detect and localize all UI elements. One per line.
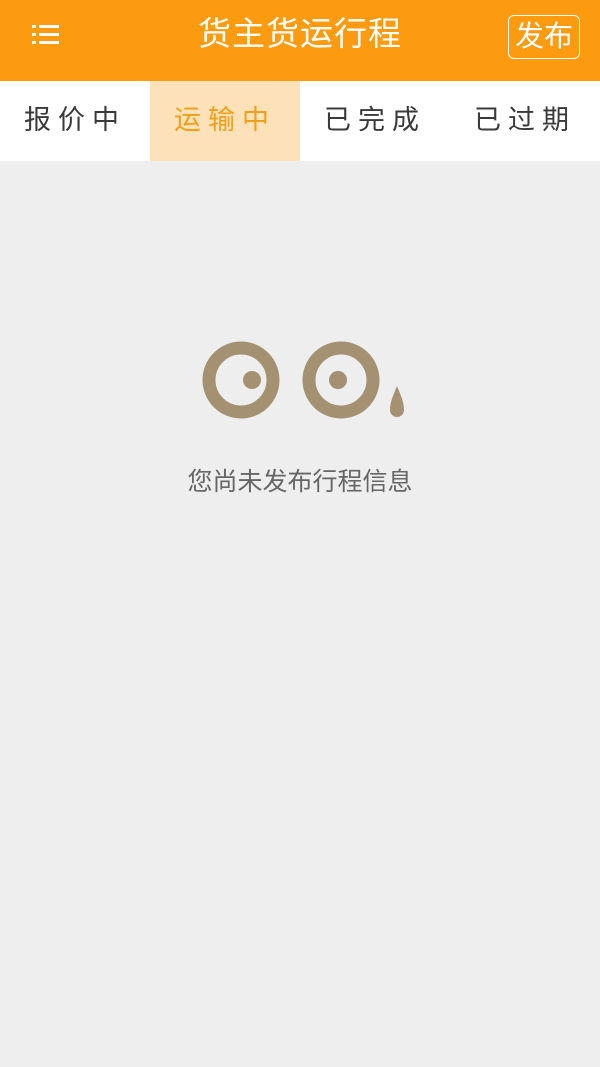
publish-button[interactable]: 发布: [508, 15, 580, 59]
crying-eyes-icon: [202, 341, 404, 419]
tab-completed[interactable]: 已完成: [300, 81, 450, 161]
tab-quoting[interactable]: 报价中: [0, 81, 150, 161]
app-screen: 货主货运行程 发布 报价中 运输中 已完成 已过期 您尚未发布行程信息: [0, 0, 600, 1067]
top-bar: 货主货运行程 发布: [0, 0, 600, 81]
empty-state-message: 您尚未发布行程信息: [187, 467, 413, 496]
tab-in-transit[interactable]: 运输中: [150, 81, 300, 161]
status-tabs: 报价中 运输中 已完成 已过期: [0, 81, 600, 161]
menu-button[interactable]: [26, 20, 66, 50]
list-menu-icon: [32, 25, 59, 44]
page-title: 货主货运行程: [198, 14, 402, 53]
tab-expired[interactable]: 已过期: [450, 81, 600, 161]
